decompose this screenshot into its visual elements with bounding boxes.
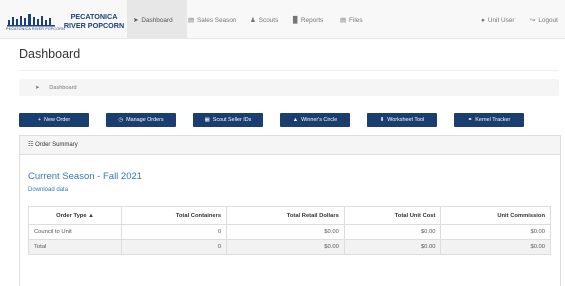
col-order-type[interactable]: Order Type ▲ [28, 206, 122, 225]
cell-unit-commission: $0.00 [440, 224, 551, 240]
total-label: Total [28, 239, 122, 255]
logout-icon: ↪ [530, 17, 536, 24]
cornfield-logo-icon [7, 14, 55, 27]
nav-scouts[interactable]: ♟ Scouts [250, 0, 278, 38]
cell-total-containers: 0 [120, 224, 228, 240]
cubes-icon: ☷ [28, 142, 34, 148]
plus-icon: + [37, 117, 42, 123]
table-row: Council to Unit 0 $0.00 $0.00 $0.00 [28, 224, 551, 240]
nav-user-label: Unit User [487, 17, 515, 24]
kernel-tracker-label: Kernel Tracker [475, 117, 511, 123]
nav-reports-label: Reports [300, 17, 324, 24]
cell-order-type: Council to Unit [28, 224, 122, 240]
panel-heading-label: Order Summary [35, 142, 78, 148]
id-card-icon: ▦ [204, 117, 210, 123]
season-title: Current Season - Fall 2021 [28, 171, 143, 182]
brand[interactable]: PECATONICA RIVER POPCORN PECATONICA RIVE… [6, 6, 124, 34]
nav-sales-season-label: Sales Season [197, 17, 237, 24]
link-icon: ⚭ [467, 117, 473, 123]
nav-scouts-label: Scouts [258, 17, 279, 24]
nav-files-label: Files [349, 17, 363, 24]
order-summary-panel: ☷ Order Summary Current Season - Fall 20… [19, 135, 561, 286]
new-order-label: New Order [44, 117, 71, 123]
scout-seller-ids-button[interactable]: ▦ Scout Seller IDs [193, 113, 263, 127]
send-icon: ➤ [133, 17, 139, 24]
cell-total-unit-cost: $0.00 [343, 224, 442, 240]
bar-chart-icon: ▉ [293, 17, 298, 24]
manage-orders-button[interactable]: ◷ Manage Orders [106, 113, 176, 127]
breadcrumb-item[interactable]: ➤ Dashboard [27, 85, 77, 91]
nav-logout-label: Logout [538, 17, 558, 24]
col-total-retail-dollars: Total Retail Dollars [226, 206, 345, 225]
divider [19, 70, 559, 71]
winners-circle-button[interactable]: ▲ Winner's Circle [280, 113, 350, 127]
order-summary-table: Order Type ▲ Total Containers Total Reta… [28, 206, 551, 255]
download-icon: ⬇ [379, 117, 385, 123]
table-header-row: Order Type ▲ Total Containers Total Reta… [28, 206, 551, 225]
nav-dashboard-label: Dashboard [141, 17, 173, 24]
table-total-row: Total 0 $0.00 $0.00 $0.00 [28, 239, 551, 255]
clock-icon: ◷ [118, 117, 124, 123]
brand-subtext: PECATONICA RIVER POPCORN [6, 27, 65, 31]
book-icon: ▤ [188, 17, 195, 24]
kernel-tracker-button[interactable]: ⚭ Kernel Tracker [454, 113, 524, 127]
panel-heading: ☷ Order Summary [20, 136, 560, 155]
nav-user[interactable]: ● Unit User [481, 0, 515, 38]
manage-orders-label: Manage Orders [126, 117, 164, 123]
total-unit-commission: $0.00 [440, 239, 551, 255]
col-total-unit-cost: Total Unit Cost [343, 206, 442, 225]
file-icon: ▤ [340, 17, 347, 24]
page-title: Dashboard [19, 47, 81, 61]
cell-total-retail-dollars: $0.00 [226, 224, 345, 240]
download-data-link[interactable]: Download data [28, 187, 68, 193]
col-unit-commission: Unit Commission [440, 206, 551, 225]
new-order-button[interactable]: + New Order [19, 113, 89, 127]
winners-circle-label: Winner's Circle [301, 117, 338, 123]
nav-reports[interactable]: ▉ Reports [293, 0, 323, 38]
col-total-containers: Total Containers [120, 206, 228, 225]
nav-files[interactable]: ▤ Files [340, 0, 363, 38]
brand-name: PECATONICA RIVER POPCORN [63, 12, 125, 30]
total-unit-cost: $0.00 [343, 239, 442, 255]
worksheet-tool-label: Worksheet Tool [387, 117, 425, 123]
send-icon: ➤ [35, 85, 40, 91]
scout-seller-ids-label: Scout Seller IDs [212, 117, 252, 123]
top-navbar: PECATONICA RIVER POPCORN PECATONICA RIVE… [0, 0, 565, 39]
trophy-icon: ▲ [292, 117, 299, 123]
breadcrumb: ➤ Dashboard [19, 79, 559, 96]
breadcrumb-label: Dashboard [49, 85, 77, 91]
total-retail-dollars: $0.00 [226, 239, 345, 255]
nav-logout[interactable]: ↪ Logout [530, 0, 558, 38]
total-containers: 0 [120, 239, 228, 255]
worksheet-tool-button[interactable]: ⬇ Worksheet Tool [367, 113, 437, 127]
nav-sales-season[interactable]: ▤ Sales Season [188, 0, 236, 38]
nav-dashboard[interactable]: ➤ Dashboard [127, 0, 187, 38]
user-icon: ● [481, 17, 485, 24]
users-icon: ♟ [250, 17, 256, 24]
